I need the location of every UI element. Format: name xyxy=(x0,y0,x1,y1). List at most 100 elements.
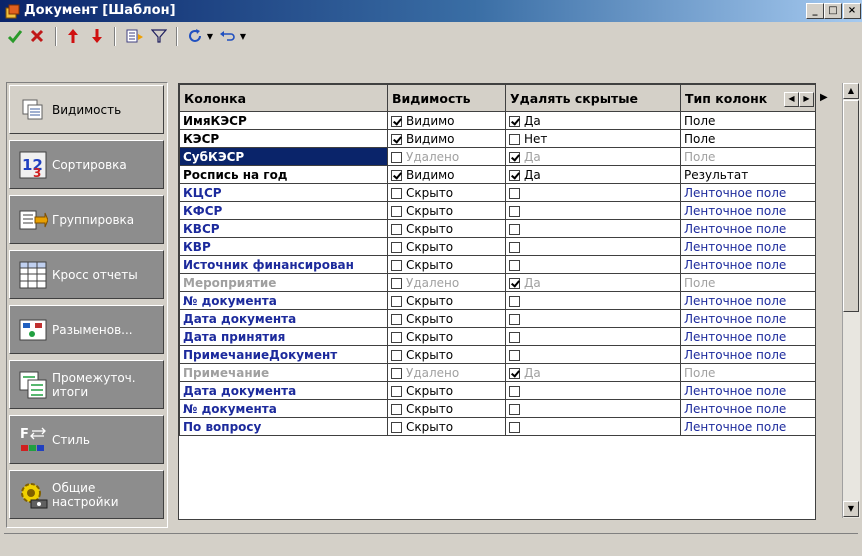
cell-visibility[interactable]: Скрыто xyxy=(387,309,506,328)
sidebar-item-dereference[interactable]: Разыменов... xyxy=(9,305,164,354)
visibility-checkbox[interactable] xyxy=(391,295,402,307)
cell-column-name[interactable]: КВСР xyxy=(179,219,388,238)
visibility-checkbox[interactable] xyxy=(391,169,402,181)
scroll-left-icon[interactable]: ◀ xyxy=(784,92,799,107)
cell-column-name[interactable]: Источник финансирован xyxy=(179,255,388,274)
cell-visibility[interactable]: Скрыто xyxy=(387,399,506,418)
cancel-icon[interactable] xyxy=(28,27,46,45)
cell-column-name[interactable]: Дата принятия xyxy=(179,327,388,346)
cell-column-type[interactable]: Ленточное поле xyxy=(680,309,815,328)
move-down-icon[interactable] xyxy=(88,27,106,45)
cell-column-type[interactable]: Ленточное поле xyxy=(680,201,815,220)
table-row[interactable]: Мероприятие Удалено Да Поле xyxy=(179,273,815,292)
cell-visibility[interactable]: Видимо xyxy=(387,111,506,130)
cell-delete-hidden[interactable] xyxy=(505,327,681,346)
cell-column-type[interactable]: Поле xyxy=(680,111,815,130)
title-bar[interactable]: Документ [Шаблон] _ □ × xyxy=(0,0,862,22)
columns-grid[interactable]: Колонка Видимость Удалять скрытые Тип ко… xyxy=(178,83,816,520)
cell-column-type[interactable]: Поле xyxy=(680,363,815,382)
cell-column-type[interactable]: Поле xyxy=(680,147,815,166)
header-delete-hidden[interactable]: Удалять скрытые xyxy=(505,84,681,112)
delete-hidden-checkbox[interactable] xyxy=(509,331,520,343)
sidebar-item-sorting[interactable]: 12 3 Сортировка xyxy=(9,140,164,189)
sidebar-item-style[interactable]: F Стиль xyxy=(9,415,164,464)
cell-column-name[interactable]: Дата документа xyxy=(179,381,388,400)
cell-column-name[interactable]: Мероприятие xyxy=(179,273,388,292)
undo-dropdown-icon[interactable]: ▼ xyxy=(238,27,248,45)
cell-column-type[interactable]: Ленточное поле xyxy=(680,183,815,202)
cell-column-name[interactable]: КЦСР xyxy=(179,183,388,202)
cell-visibility[interactable]: Скрыто xyxy=(387,291,506,310)
cell-column-name[interactable]: Примечание xyxy=(179,363,388,382)
visibility-checkbox[interactable] xyxy=(391,259,402,271)
cell-delete-hidden[interactable] xyxy=(505,237,681,256)
visibility-checkbox[interactable] xyxy=(391,187,402,199)
cell-column-name[interactable]: Роспись на год xyxy=(179,165,388,184)
refresh-icon[interactable] xyxy=(186,27,204,45)
table-row[interactable]: КФСР Скрыто Ленточное поле xyxy=(179,201,815,220)
vertical-scrollbar[interactable]: ▲ ▼ xyxy=(842,83,860,518)
cell-delete-hidden[interactable] xyxy=(505,417,681,436)
check-icon[interactable] xyxy=(6,27,24,45)
visibility-checkbox[interactable] xyxy=(391,223,402,235)
visibility-checkbox[interactable] xyxy=(391,241,402,253)
visibility-checkbox[interactable] xyxy=(391,331,402,343)
cell-visibility[interactable]: Скрыто xyxy=(387,255,506,274)
move-up-icon[interactable] xyxy=(64,27,82,45)
cell-delete-hidden[interactable]: Да xyxy=(505,165,681,184)
visibility-checkbox[interactable] xyxy=(391,205,402,217)
table-row[interactable]: Примечание Удалено Да Поле xyxy=(179,363,815,382)
table-row[interactable]: КВР Скрыто Ленточное поле xyxy=(179,237,815,256)
scrollbar-thumb[interactable] xyxy=(843,100,859,312)
cell-visibility[interactable]: Скрыто xyxy=(387,201,506,220)
table-row[interactable]: Дата принятия Скрыто Ленточное поле xyxy=(179,327,815,346)
cell-visibility[interactable]: Скрыто xyxy=(387,345,506,364)
cell-visibility[interactable]: Удалено xyxy=(387,363,506,382)
cell-delete-hidden[interactable]: Нет xyxy=(505,129,681,148)
sidebar-item-visibility[interactable]: Видимость xyxy=(9,85,164,134)
table-row[interactable]: КЭСР Видимо Нет Поле xyxy=(179,129,815,148)
filter-icon[interactable] xyxy=(150,27,168,45)
cell-delete-hidden[interactable] xyxy=(505,381,681,400)
sidebar-item-grouping[interactable]: Группировка xyxy=(9,195,164,244)
cell-column-name[interactable]: № документа xyxy=(179,399,388,418)
columns-icon[interactable] xyxy=(124,27,146,45)
cell-delete-hidden[interactable] xyxy=(505,291,681,310)
cell-visibility[interactable]: Скрыто xyxy=(387,381,506,400)
delete-hidden-checkbox[interactable] xyxy=(509,403,520,415)
delete-hidden-checkbox[interactable] xyxy=(509,187,520,199)
header-column[interactable]: Колонка xyxy=(179,84,388,112)
cell-delete-hidden[interactable] xyxy=(505,183,681,202)
sidebar-item-cross-reports[interactable]: Кросс отчеты xyxy=(9,250,164,299)
cell-delete-hidden[interactable] xyxy=(505,345,681,364)
cell-column-name[interactable]: Дата документа xyxy=(179,309,388,328)
cell-visibility[interactable]: Удалено xyxy=(387,147,506,166)
cell-column-name[interactable]: СубКЭСР xyxy=(179,147,388,166)
delete-hidden-checkbox[interactable] xyxy=(509,295,520,307)
table-row[interactable]: Дата документа Скрыто Ленточное поле xyxy=(179,309,815,328)
delete-hidden-checkbox[interactable] xyxy=(509,349,520,361)
table-row[interactable]: СубКЭСР Удалено Да Поле xyxy=(179,147,815,166)
cell-column-type[interactable]: Ленточное поле xyxy=(680,381,815,400)
visibility-checkbox[interactable] xyxy=(391,115,402,127)
visibility-checkbox[interactable] xyxy=(391,277,402,289)
undo-icon[interactable] xyxy=(218,27,236,45)
cell-delete-hidden[interactable] xyxy=(505,309,681,328)
visibility-checkbox[interactable] xyxy=(391,349,402,361)
cell-visibility[interactable]: Скрыто xyxy=(387,417,506,436)
cell-column-type[interactable]: Ленточное поле xyxy=(680,345,815,364)
table-row[interactable]: КВСР Скрыто Ленточное поле xyxy=(179,219,815,238)
delete-hidden-checkbox[interactable] xyxy=(509,385,520,397)
visibility-checkbox[interactable] xyxy=(391,133,402,145)
cell-column-type[interactable]: Ленточное поле xyxy=(680,219,815,238)
delete-hidden-checkbox[interactable] xyxy=(509,241,520,253)
scroll-right-icon[interactable]: ▶ xyxy=(799,92,814,107)
cell-visibility[interactable]: Скрыто xyxy=(387,219,506,238)
visibility-checkbox[interactable] xyxy=(391,151,402,163)
table-row[interactable]: Источник финансирован Скрыто Ленточное пол… xyxy=(179,255,815,274)
cell-delete-hidden[interactable]: Да xyxy=(505,273,681,292)
visibility-checkbox[interactable] xyxy=(391,421,402,433)
sidebar-item-subtotals[interactable]: Промежуточ. итоги xyxy=(9,360,164,409)
delete-hidden-checkbox[interactable] xyxy=(509,151,520,163)
table-row[interactable]: Дата документа Скрыто Ленточное поле xyxy=(179,381,815,400)
